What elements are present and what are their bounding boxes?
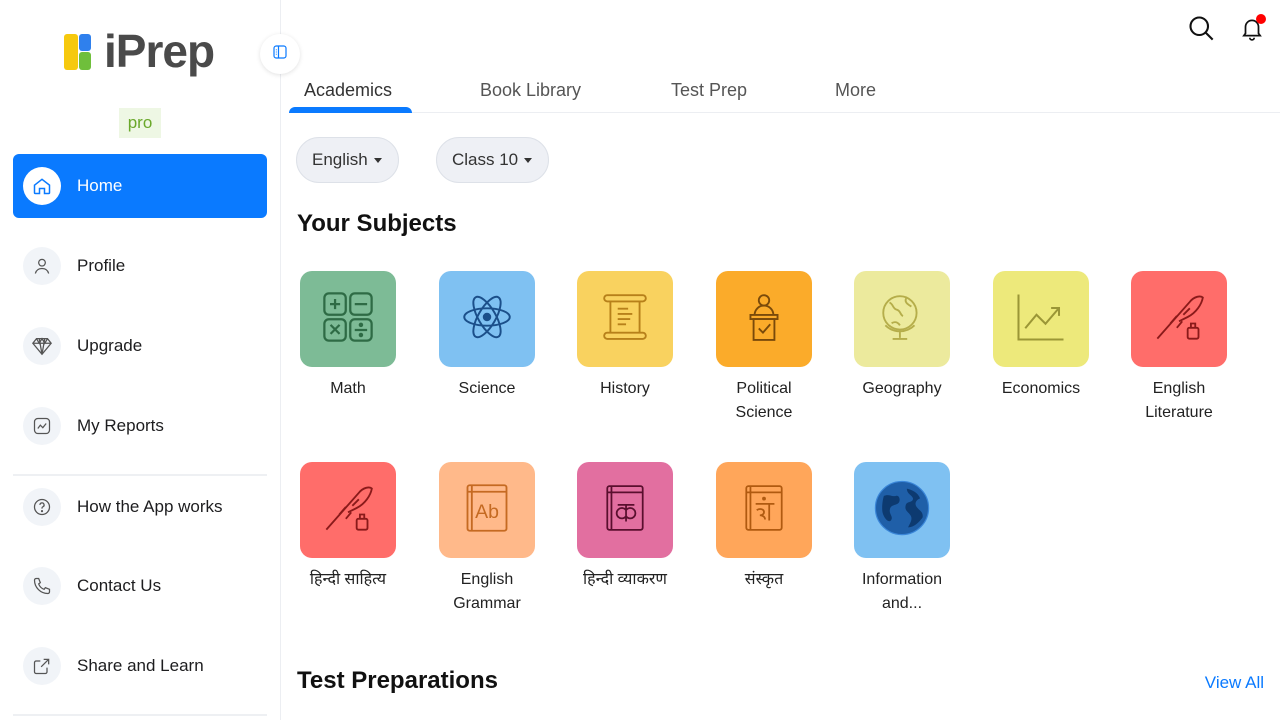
subject-tile	[577, 271, 673, 367]
subject-tile	[577, 462, 673, 558]
subject-card-sanskrit[interactable]: संस्कृत	[704, 462, 824, 592]
subject-card-science[interactable]: Science	[427, 271, 547, 401]
quill-icon	[1153, 291, 1205, 348]
earth-icon	[873, 479, 931, 542]
brand-name: iPrep	[104, 25, 215, 77]
sidebar-item-home[interactable]: Home	[13, 154, 267, 218]
subjects-section-title: Your Subjects	[297, 210, 457, 237]
caret-down-icon	[373, 157, 382, 163]
subject-card-economics[interactable]: Economics	[981, 271, 1101, 401]
pro-badge: pro	[119, 108, 161, 138]
language-dropdown[interactable]: English	[296, 137, 399, 183]
subject-label: Math	[330, 380, 366, 397]
notification-dot	[1256, 14, 1266, 24]
share-icon	[23, 647, 61, 685]
subject-tile	[300, 462, 396, 558]
subject-tile	[439, 271, 535, 367]
diamond-icon	[23, 327, 61, 365]
subject-card-history[interactable]: History	[565, 271, 685, 401]
subject-card-geography[interactable]: Geography	[842, 271, 962, 401]
subject-label: Political Science	[735, 380, 793, 421]
sidebar-divider	[13, 714, 267, 716]
sidebar-toggle-icon	[271, 43, 289, 66]
sidebar-collapse-button[interactable]	[260, 34, 300, 74]
class-dropdown[interactable]: Class 10	[436, 137, 550, 183]
sidebar: iPrep pro Home Profile Upgrade My Report…	[0, 0, 281, 720]
search-button[interactable]	[1185, 14, 1217, 46]
book-ka-icon	[600, 483, 650, 538]
subject-tile	[300, 271, 396, 367]
subject-card-math[interactable]: Math	[288, 271, 408, 401]
subject-card-information[interactable]: Information and...	[842, 462, 962, 616]
sidebar-item-share-and-learn[interactable]: Share and Learn	[13, 634, 267, 698]
podium-icon	[739, 292, 789, 347]
notifications-button[interactable]	[1236, 14, 1268, 46]
sidebar-item-label: Upgrade	[77, 336, 143, 355]
sidebar-item-label: Profile	[77, 256, 126, 275]
subject-label: हिन्दी साहित्य	[309, 571, 387, 588]
subject-label: हिन्दी व्याकरण	[583, 571, 667, 588]
active-tab-indicator	[289, 107, 412, 113]
atom-icon	[461, 291, 513, 348]
subject-tile	[993, 271, 1089, 367]
svg-text:Ab: Ab	[475, 500, 499, 522]
subject-label: English Literature	[1145, 380, 1213, 421]
tab-book-library[interactable]: Book Library	[480, 80, 581, 101]
sidebar-item-how-it-works[interactable]: How the App works	[13, 475, 267, 539]
sidebar-item-label: My Reports	[77, 416, 164, 435]
user-icon	[23, 247, 61, 285]
tab-test-prep[interactable]: Test Prep	[671, 80, 747, 101]
language-value: English	[312, 150, 368, 169]
globe-icon	[877, 292, 927, 347]
subject-card-english-literature[interactable]: English Literature	[1119, 271, 1239, 425]
tab-more[interactable]: More	[835, 80, 876, 101]
view-all-link[interactable]: View All	[1205, 673, 1264, 693]
tab-academics[interactable]: Academics	[304, 80, 392, 101]
subject-card-political-science[interactable]: Political Science	[704, 271, 824, 425]
book-ab-icon: Ab	[461, 482, 513, 539]
sidebar-item-upgrade[interactable]: Upgrade	[13, 314, 267, 378]
phone-icon	[23, 567, 61, 605]
book-sam-icon	[739, 483, 789, 538]
sidebar-item-contact-us[interactable]: Contact Us	[13, 554, 267, 618]
subject-card-hindi-sahitya[interactable]: हिन्दी साहित्य	[288, 462, 408, 592]
trend-icon	[1014, 290, 1068, 349]
class-value: Class 10	[452, 150, 519, 169]
sidebar-item-profile[interactable]: Profile	[13, 234, 267, 298]
subject-tile	[716, 462, 812, 558]
subject-card-english-grammar[interactable]: Ab English Grammar	[427, 462, 547, 616]
subject-card-hindi-vyakaran[interactable]: हिन्दी व्याकरण	[565, 462, 685, 592]
subject-tile	[854, 462, 950, 558]
subject-label: Geography	[862, 380, 942, 397]
help-icon	[23, 488, 61, 526]
test-preparations-title: Test Preparations	[297, 667, 498, 694]
subject-tile	[854, 271, 950, 367]
subject-label: History	[600, 380, 650, 397]
scroll-icon	[600, 292, 650, 347]
subject-tile	[1131, 271, 1227, 367]
brand-logo[interactable]: iPrep	[64, 25, 215, 77]
subject-label: Science	[458, 380, 516, 397]
sidebar-item-label: Home	[77, 176, 123, 195]
subject-label: English Grammar	[453, 571, 521, 612]
sidebar-item-my-reports[interactable]: My Reports	[13, 394, 267, 458]
sidebar-item-label: Share and Learn	[77, 656, 204, 675]
app-root: iPrep pro Home Profile Upgrade My Report…	[0, 0, 1280, 720]
search-icon	[1187, 14, 1215, 47]
subject-label: Economics	[1001, 380, 1081, 397]
subject-label: Information and...	[861, 571, 943, 612]
sidebar-item-label: How the App works	[77, 497, 223, 516]
math-icon	[321, 290, 375, 349]
sidebar-item-label: Contact Us	[77, 576, 162, 595]
subject-tile: Ab	[439, 462, 535, 558]
quill-icon	[322, 482, 374, 539]
chart-icon	[23, 407, 61, 445]
caret-down-icon	[524, 157, 533, 163]
tab-bar: Academics Book Library Test Prep More	[289, 72, 1280, 113]
home-icon	[23, 167, 61, 205]
subject-label: संस्कृत	[744, 571, 784, 588]
subject-tile	[716, 271, 812, 367]
logo-mark-icon	[64, 30, 102, 72]
